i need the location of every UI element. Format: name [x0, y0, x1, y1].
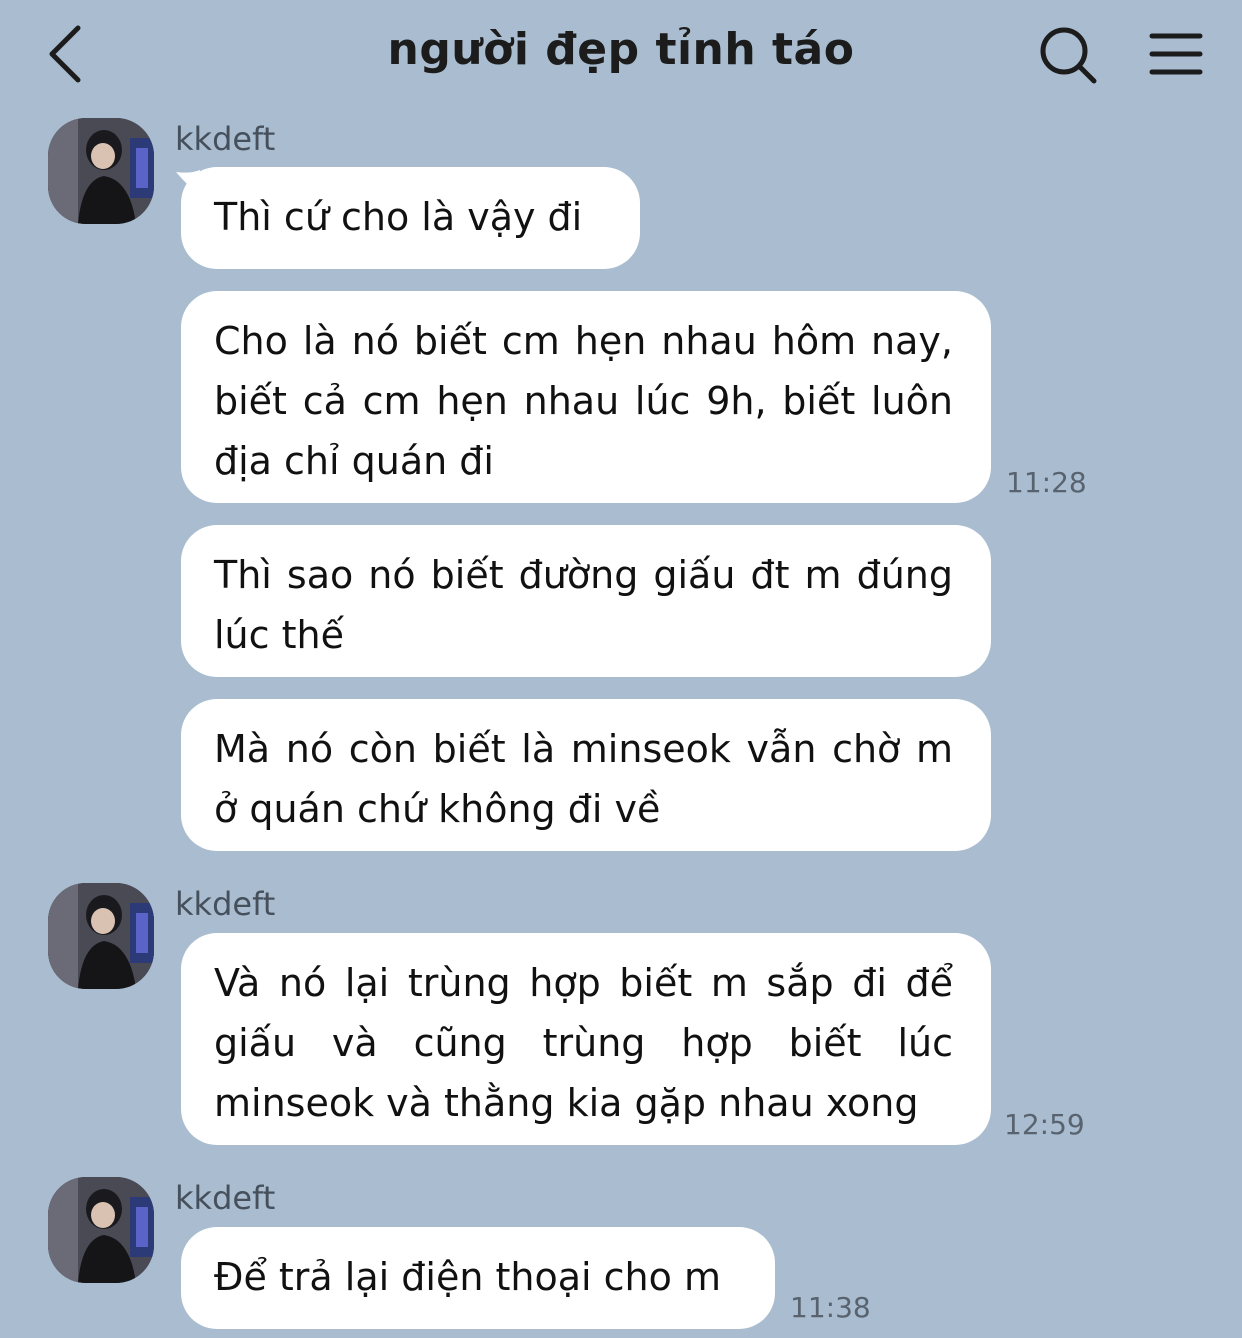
message-bubble[interactable]: Mà nó còn biết là minseok vẫn chờ m ở qu… [181, 699, 991, 851]
message-bubble[interactable]: Để trả lại điện thoại cho m [181, 1227, 775, 1329]
sender-name: kkdeft [175, 120, 276, 158]
menu-button[interactable] [1146, 28, 1206, 84]
chat-header: người đẹp tỉnh táo [0, 0, 1242, 110]
message-bubble[interactable]: Thì cứ cho là vậy đi [181, 167, 640, 269]
search-button[interactable] [1036, 24, 1102, 86]
user-avatar[interactable] [48, 883, 154, 989]
message-bubble[interactable]: Thì sao nó biết đường giấu đt m đúng lúc… [181, 525, 991, 677]
search-icon [1040, 27, 1097, 84]
hamburger-menu-icon [1149, 33, 1203, 75]
user-avatar[interactable] [48, 118, 154, 224]
message-time: 12:59 [1004, 1108, 1085, 1141]
message-bubble[interactable]: Cho là nó biết cm hẹn nhau hôm nay, biết… [181, 291, 991, 503]
sender-name: kkdeft [175, 1179, 276, 1217]
message-time: 11:38 [790, 1291, 871, 1324]
message-time: 11:28 [1006, 466, 1087, 499]
sender-name: kkdeft [175, 885, 276, 923]
message-bubble[interactable]: Và nó lại trùng hợp biết m sắp đi để giấ… [181, 933, 991, 1145]
user-avatar[interactable] [48, 1177, 154, 1283]
